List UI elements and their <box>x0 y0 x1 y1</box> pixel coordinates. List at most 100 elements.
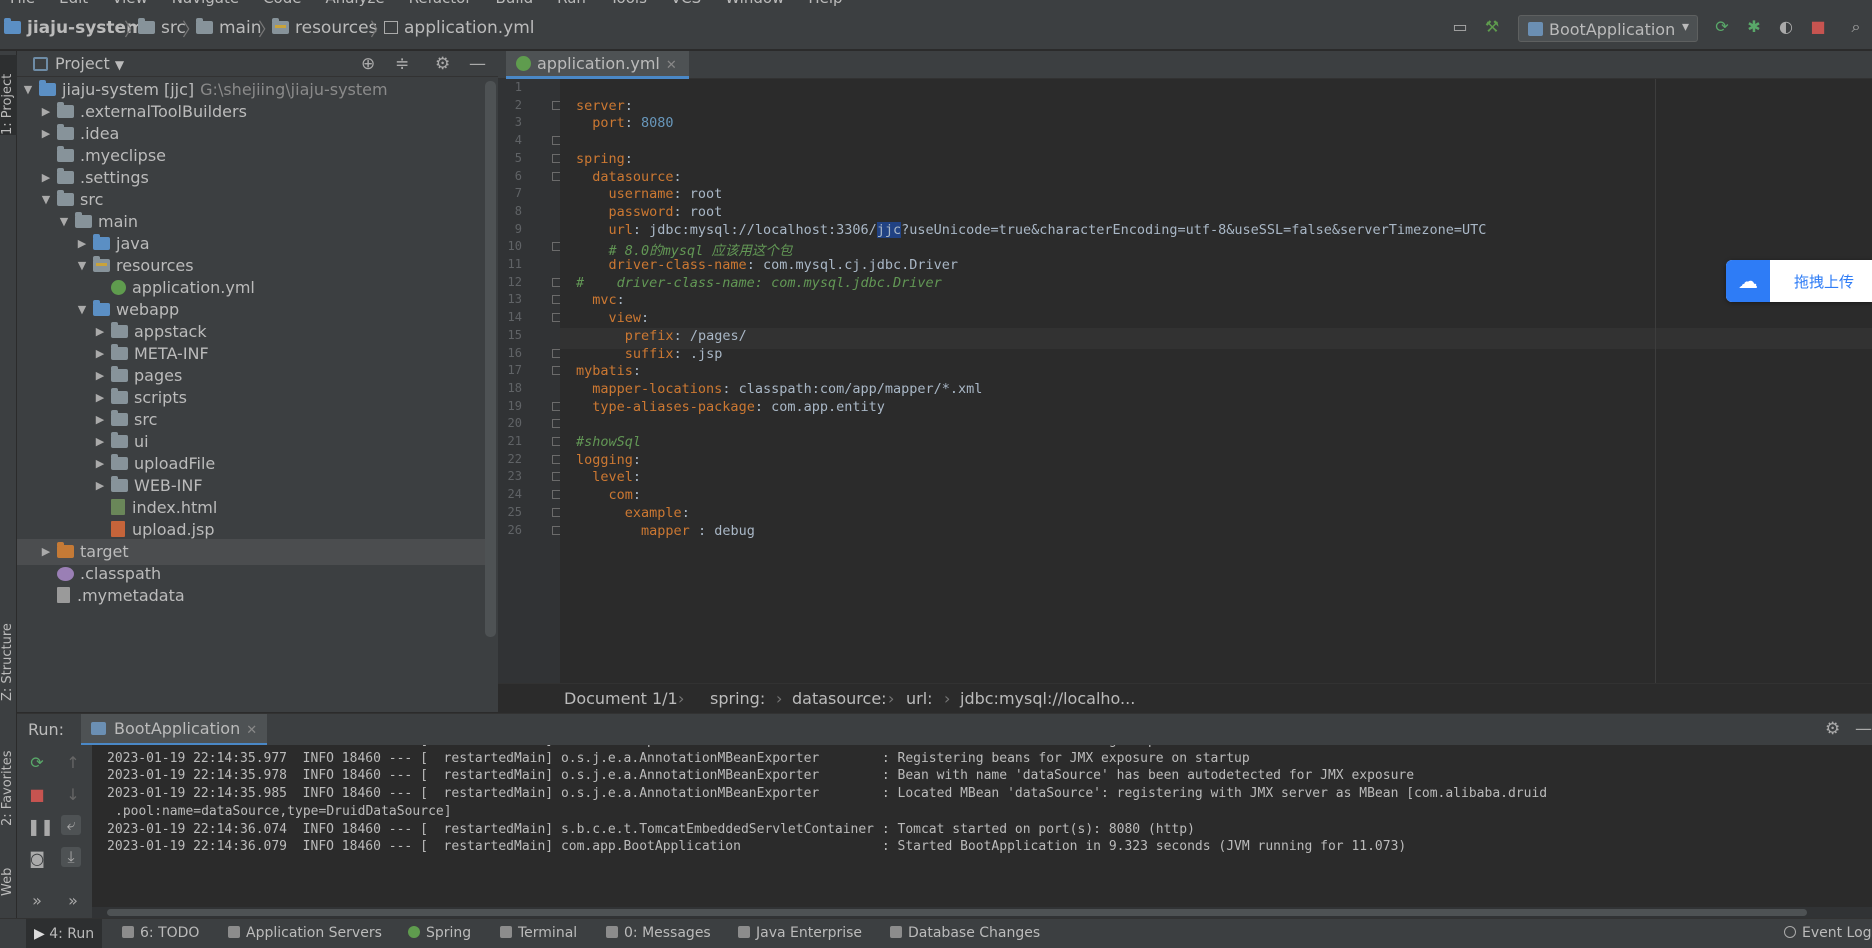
scroll-to-end-icon[interactable]: ⤓ <box>61 847 81 867</box>
breadcrumb-url[interactable]: url: <box>906 689 933 708</box>
menu-item[interactable]: Analyze <box>325 0 384 7</box>
database-icon <box>890 926 902 938</box>
breadcrumb-project[interactable]: jiaju-system <box>4 18 144 38</box>
tool-tab-favorites[interactable]: 2: Favorites <box>0 736 17 826</box>
breadcrumb-main[interactable]: main <box>196 18 261 38</box>
rerun-icon[interactable]: ⟳ <box>27 753 47 773</box>
tool-window-run-label: 4: Run <box>49 926 95 942</box>
menu-item[interactable]: Window <box>725 0 784 7</box>
stop-icon[interactable]: ■ <box>1808 17 1828 37</box>
code-line: #showSql <box>576 434 642 450</box>
collapse-all-icon[interactable]: ≑ <box>395 54 409 74</box>
stop-icon[interactable]: ■ <box>27 785 47 805</box>
coverage-icon[interactable]: ◐ <box>1776 17 1796 37</box>
menu-item[interactable]: File <box>10 0 35 7</box>
run-console[interactable]: 2023-01-19 22:14:35.000 INFO 18460 --- [… <box>92 745 1872 907</box>
menu-bar: File Edit View Navigate Code Analyze Refactor B… <box>0 0 1872 8</box>
line-number: 2 <box>514 97 522 112</box>
gear-icon[interactable]: ⚙ <box>435 54 450 74</box>
line-number: 6 <box>514 168 522 183</box>
gear-icon[interactable]: ⚙ <box>1825 719 1840 739</box>
tree-item-label: application.yml <box>132 278 255 297</box>
tree-scrollbar[interactable] <box>485 81 496 637</box>
build-hammer-icon[interactable]: ⚒ <box>1482 17 1502 37</box>
more-icon[interactable]: » <box>63 891 83 911</box>
right-margin-guide <box>1655 79 1656 683</box>
tool-window-database-changes[interactable]: Database Changes <box>890 925 1040 941</box>
scrollbar-thumb[interactable] <box>107 909 1807 916</box>
pause-icon[interactable]: ❚❚ <box>27 817 54 837</box>
soft-wrap-icon[interactable]: ⤶ <box>61 815 81 835</box>
breadcrumb-src[interactable]: src <box>138 18 186 38</box>
line-number: 25 <box>507 504 522 519</box>
breadcrumb-url-value[interactable]: jdbc:mysql://localho... <box>960 689 1135 708</box>
camera-icon[interactable]: ◙ <box>27 849 47 869</box>
drag-upload-button[interactable]: ☁ 拖拽上传 <box>1726 260 1872 302</box>
breadcrumb-resources[interactable]: resources <box>272 18 377 38</box>
line-number: 3 <box>514 115 522 130</box>
text-file-icon <box>57 587 70 603</box>
code-line: mvc: <box>592 292 625 309</box>
tool-window-terminal[interactable]: Terminal <box>500 925 577 941</box>
messages-icon <box>606 926 618 938</box>
menu-item[interactable]: Edit <box>59 0 88 7</box>
folder-icon <box>57 168 74 184</box>
project-panel-title[interactable]: Project ▼ <box>55 54 124 73</box>
breadcrumb-file[interactable]: application.yml <box>384 18 535 38</box>
arrow-down-icon[interactable]: ↓ <box>63 785 83 805</box>
breadcrumb-datasource[interactable]: datasource: <box>792 689 887 708</box>
rerun-icon[interactable]: ⟳ <box>1712 17 1732 37</box>
resources-folder-icon <box>272 18 289 34</box>
menu-item[interactable]: VCS <box>671 0 701 7</box>
tool-window-java-enterprise[interactable]: Java Enterprise <box>738 925 862 941</box>
console-line: .pool:name=dataSource,type=DruidDataSour… <box>115 803 452 819</box>
menu-item[interactable]: Tools <box>610 0 647 7</box>
tool-tab-web[interactable]: Web <box>0 856 17 896</box>
line-number: 13 <box>507 292 522 307</box>
menu-item[interactable]: Help <box>808 0 842 7</box>
tab-application-yml[interactable]: application.yml ✕ <box>506 51 689 79</box>
code-line: password: root <box>608 203 723 220</box>
locate-icon[interactable]: ⊕ <box>361 54 375 74</box>
tool-window-todo[interactable]: 6: TODO <box>122 925 199 941</box>
menu-item[interactable]: View <box>112 0 148 7</box>
menu-item[interactable]: Refactor <box>409 0 472 7</box>
menu-item[interactable]: Code <box>263 0 301 7</box>
tool-tab-project[interactable]: 1: Project <box>0 55 17 135</box>
folder-icon <box>4 18 21 34</box>
classpath-file-icon <box>57 567 74 581</box>
run-tab-bootapplication[interactable]: BootApplication ✕ <box>81 714 268 746</box>
expand-icon[interactable]: » <box>27 891 47 911</box>
close-icon[interactable]: ✕ <box>666 58 677 73</box>
tool-window-app-servers-label: Application Servers <box>246 925 382 941</box>
hide-icon[interactable]: — <box>469 54 486 74</box>
menu-item[interactable]: Run <box>557 0 586 7</box>
menu-item[interactable]: Navigate <box>172 0 239 7</box>
tool-window-spring[interactable]: Spring <box>408 925 471 941</box>
folder-icon <box>57 124 74 140</box>
breadcrumb-spring[interactable]: spring: <box>710 689 765 708</box>
project-structure-icon[interactable]: ▭ <box>1450 17 1470 37</box>
folder-icon <box>111 410 128 426</box>
run-configuration-select[interactable]: BootApplication ▾ <box>1518 15 1698 42</box>
close-icon[interactable]: ✕ <box>246 723 257 738</box>
folder-icon <box>111 454 128 470</box>
console-horizontal-scrollbar[interactable] <box>92 907 1872 918</box>
console-line: 2023-01-19 22:14:35.000 INFO 18460 --- [… <box>107 745 1226 748</box>
code-editor[interactable]: server: port: 8080 spring: datasource: us… <box>560 79 1872 683</box>
tree-item-content: .mymetadata <box>57 583 185 609</box>
tool-window-messages[interactable]: 0: Messages <box>606 925 711 941</box>
folder-icon <box>111 388 128 404</box>
hide-icon[interactable]: — <box>1855 719 1872 739</box>
breadcrumb-document[interactable]: Document 1/1 <box>564 689 678 708</box>
debug-icon[interactable]: ✱ <box>1744 17 1764 37</box>
arrow-up-icon[interactable]: ↑ <box>63 753 83 773</box>
tool-tab-structure[interactable]: Z: Structure <box>0 609 17 701</box>
search-icon[interactable]: ⌕ <box>1846 17 1866 37</box>
code-line: prefix: /pages/ <box>624 327 747 344</box>
tool-window-app-servers[interactable]: Application Servers <box>228 925 382 941</box>
tree-item[interactable]: .mymetadata <box>17 583 485 609</box>
tool-window-event-log[interactable]: Event Log <box>1784 925 1872 941</box>
menu-item[interactable]: Build <box>496 0 534 7</box>
tool-window-run[interactable]: ▶ 4: Run <box>26 919 103 948</box>
